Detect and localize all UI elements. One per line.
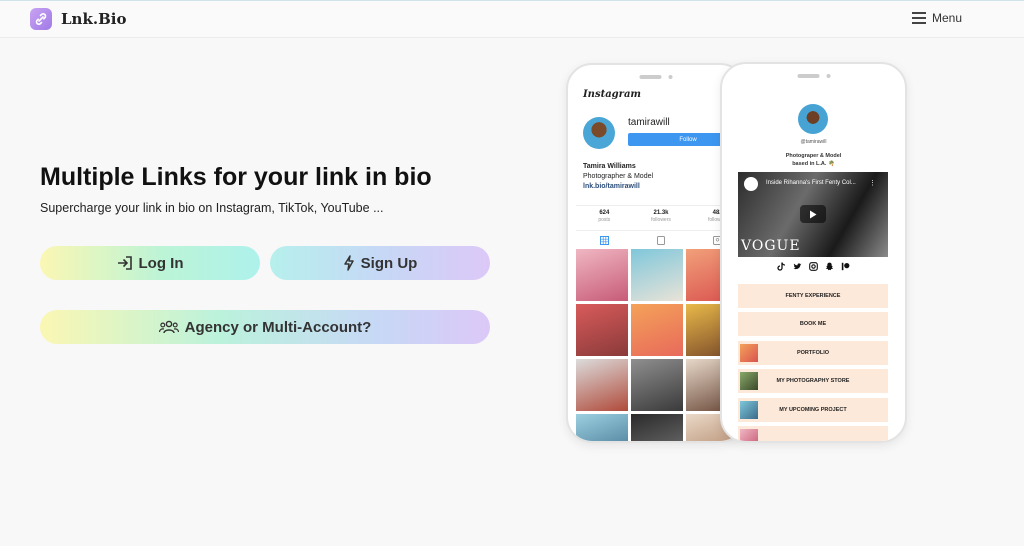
signup-label: Sign Up (360, 254, 418, 272)
signup-button[interactable]: Sign Up (270, 246, 490, 280)
video-watermark: VOGUE (741, 238, 801, 254)
brand-logo[interactable]: Lnk.Bio (30, 8, 126, 30)
instagram-phone-mockup: Instagram tamirawill Follow Tamira Willi… (566, 63, 746, 443)
ig-role: Photographer & Model (583, 173, 654, 180)
ig-name: Tamira Williams (583, 163, 636, 170)
reels-icon (657, 235, 665, 245)
instagram-wordmark: Instagram (583, 89, 641, 100)
menu-button[interactable]: Menu (911, 11, 962, 25)
ig-stat-followers: 21.3k followers (651, 210, 671, 223)
tiktok-icon (777, 262, 786, 271)
login-icon (117, 256, 132, 270)
follow-label: Follow (679, 136, 697, 143)
hamburger-icon (911, 12, 926, 24)
ig-photo (576, 304, 628, 356)
login-button[interactable]: Log In (40, 246, 260, 280)
video-embed: Inside Rihanna's First Fenty Col... ⋮ VO… (738, 172, 888, 257)
ig-photo (631, 249, 683, 301)
top-navbar: Lnk.Bio Menu (0, 0, 1024, 38)
link-thumbnail (740, 344, 758, 362)
lightning-icon (343, 255, 354, 271)
ig-photo (576, 414, 628, 441)
phone-speaker (797, 74, 830, 78)
agency-button[interactable]: Agency or Multi-Account? (40, 310, 490, 344)
lb-link-button: FENTY EXPERIENCE (738, 284, 888, 308)
lb-link-button: PORTFOLIO (738, 341, 888, 365)
lb-link-button (738, 426, 888, 441)
avatar (798, 104, 828, 134)
ig-photo (631, 304, 683, 356)
login-label: Log In (138, 254, 184, 272)
ig-photo (631, 414, 683, 441)
ig-photo (576, 249, 628, 301)
lb-description: Photograper & Model based in L.A. 🌴 (785, 153, 842, 167)
more-icon: ⋮ (869, 180, 876, 187)
users-icon (158, 320, 179, 334)
social-icons-row (722, 262, 905, 271)
lnkbio-phone-mockup: @tamirawill Photograper & Model based in… (720, 62, 907, 443)
ig-username: tamirawill (628, 117, 670, 128)
channel-logo-icon (744, 177, 758, 191)
ig-link: lnk.bio/tamirawill (583, 183, 640, 190)
grid-icon (600, 235, 609, 245)
ig-stat-posts: 624 posts (598, 210, 611, 223)
menu-label: Menu (931, 11, 962, 25)
link-thumbnail (740, 372, 758, 390)
lb-link-button: MY UPCOMING PROJECT (738, 398, 888, 422)
lb-link-button: BOOK ME (738, 312, 888, 336)
twitter-icon (793, 263, 802, 270)
agency-label: Agency or Multi-Account? (184, 318, 372, 336)
ig-bio: Tamira Williams Photographer & Model lnk… (583, 162, 653, 192)
lb-handle: @tamirawill (800, 139, 827, 145)
link-logo-icon (30, 8, 52, 30)
link-thumbnail (740, 429, 758, 441)
snapchat-icon (825, 262, 834, 271)
hero-subtitle: Supercharge your link in bio on Instagra… (40, 201, 384, 215)
video-title: Inside Rihanna's First Fenty Col... (766, 180, 856, 186)
patreon-icon (841, 262, 850, 271)
ig-photo-grid (576, 249, 738, 441)
ig-photo (576, 359, 628, 411)
instagram-icon (809, 262, 818, 271)
phone-speaker (639, 75, 673, 79)
avatar (583, 117, 615, 149)
ig-photo (631, 359, 683, 411)
lb-link-button: MY PHOTOGRAPHY STORE (738, 369, 888, 393)
link-thumbnail (740, 401, 758, 419)
play-icon (800, 205, 826, 223)
hero-title: Multiple Links for your link in bio (40, 163, 432, 191)
brand-name: Lnk.Bio (61, 10, 127, 28)
